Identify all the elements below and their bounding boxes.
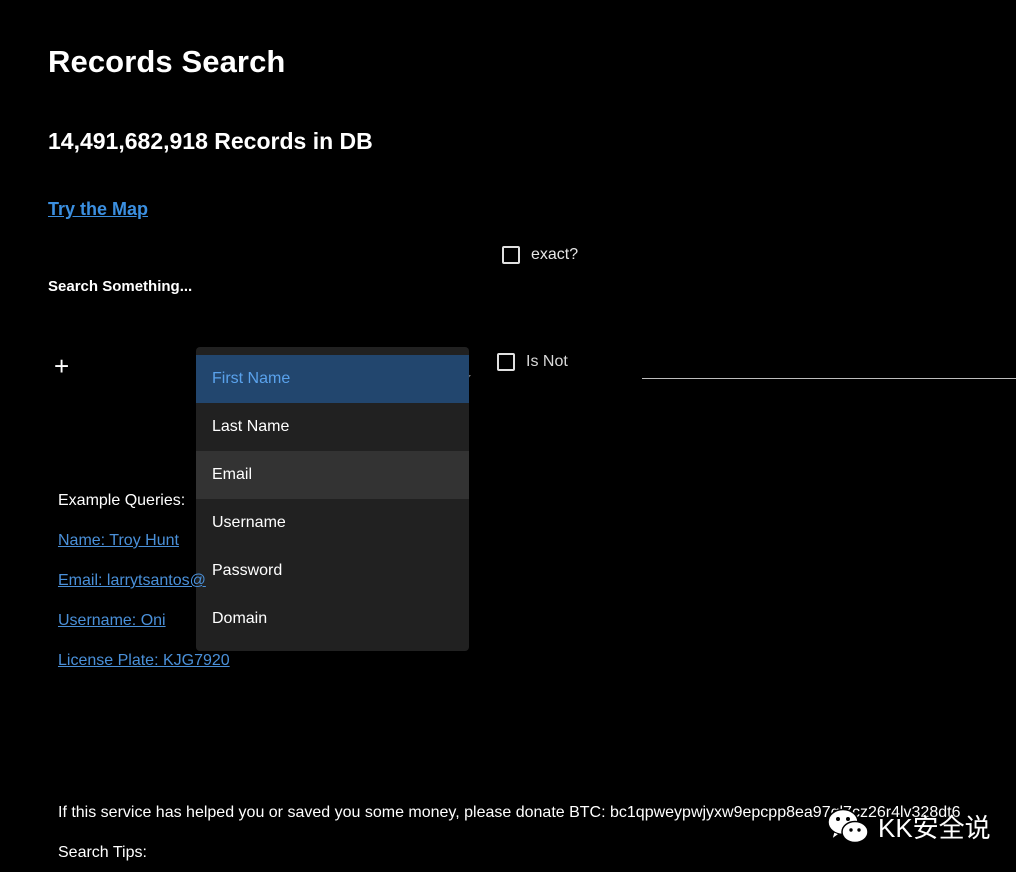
exact-checkbox[interactable] — [502, 246, 520, 264]
menu-item-first-name[interactable]: First Name — [196, 355, 469, 403]
wechat-icon — [827, 808, 869, 844]
example-link-username[interactable]: Username: Oni — [58, 612, 230, 630]
is-not-checkbox-control[interactable]: Is Not — [497, 353, 568, 371]
records-search-page: Records Search 14,491,682,918 Records in… — [0, 0, 1016, 872]
record-count: 14,491,682,918 Records in DB — [48, 128, 373, 154]
example-queries: Example Queries: Name: Troy Hunt Email: … — [58, 492, 230, 692]
page-title: Records Search — [48, 44, 286, 79]
example-link-name[interactable]: Name: Troy Hunt — [58, 532, 230, 550]
exact-label: exact? — [531, 246, 579, 263]
is-not-checkbox[interactable] — [497, 353, 515, 371]
search-prompt: Search Something... — [48, 278, 193, 295]
add-field-button[interactable]: + — [54, 352, 69, 380]
menu-item-email[interactable]: Email — [196, 451, 469, 499]
exact-checkbox-control[interactable]: exact? — [502, 246, 578, 264]
example-queries-label: Example Queries: — [58, 492, 186, 509]
watermark-text: KK安全说 — [878, 812, 991, 843]
try-the-map-link[interactable]: Try the Map — [48, 199, 148, 220]
field-dropdown-menu: First Name Last Name Email Username Pass… — [196, 347, 469, 651]
menu-item-password[interactable]: Password — [196, 547, 469, 595]
example-link-license-plate[interactable]: License Plate: KJG7920 — [58, 652, 230, 670]
menu-item-domain[interactable]: Domain — [196, 595, 469, 643]
menu-item-username[interactable]: Username — [196, 499, 469, 547]
watermark: KK安全说 — [826, 806, 991, 846]
is-not-label: Is Not — [526, 353, 568, 370]
search-tips-heading: Search Tips: — [58, 844, 147, 861]
example-link-email[interactable]: Email: larrytsantos@ — [58, 572, 230, 590]
menu-item-last-name[interactable]: Last Name — [196, 403, 469, 451]
search-input[interactable] — [642, 378, 1016, 379]
